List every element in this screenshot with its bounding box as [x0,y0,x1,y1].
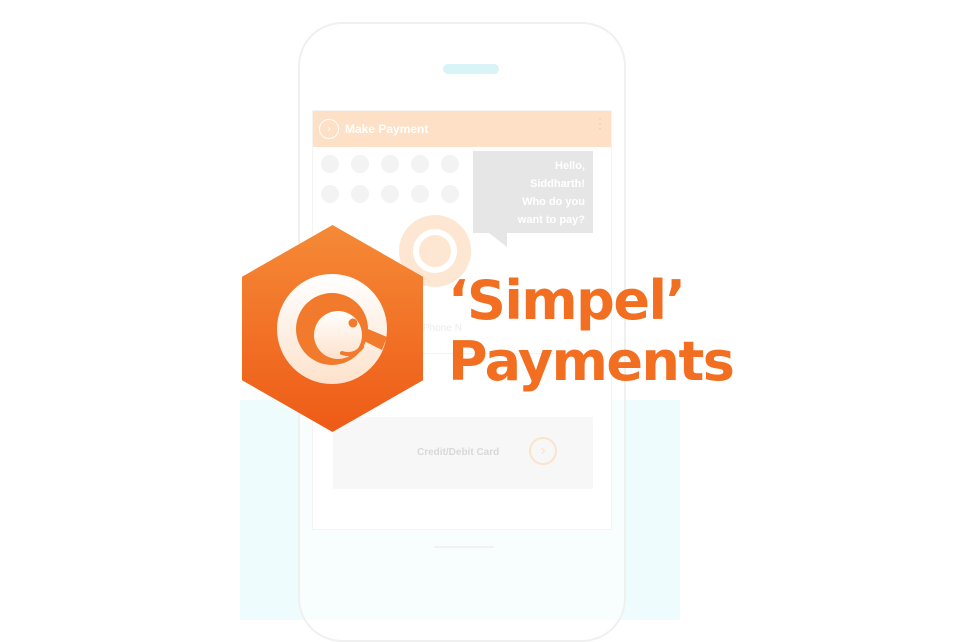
more-vertical-icon[interactable]: ⋮ [593,116,607,130]
back-chevron-icon[interactable]: › [319,119,339,139]
wordmark-line-simpel: ‘Simpel’ [448,269,686,332]
app-header-title: Make Payment [345,122,429,136]
chat-bubble-tail [489,233,507,247]
greeting-chat-bubble: Hello, Siddharth! Who do you want to pay… [473,151,593,233]
phone-home-bar [434,546,494,548]
decorative-dot-pattern [313,155,493,215]
phone-speaker [443,64,499,74]
app-header: › Make Payment ⋮ [313,111,611,147]
brand-wordmark: ‘Simpel’ Payments [448,269,735,393]
chevron-right-icon[interactable]: › [529,437,557,465]
simpel-hexagon-logo-icon [242,225,423,432]
wordmark-line-payments: Payments [448,330,735,393]
credit-debit-card-label: Credit/Debit Card [417,447,500,458]
